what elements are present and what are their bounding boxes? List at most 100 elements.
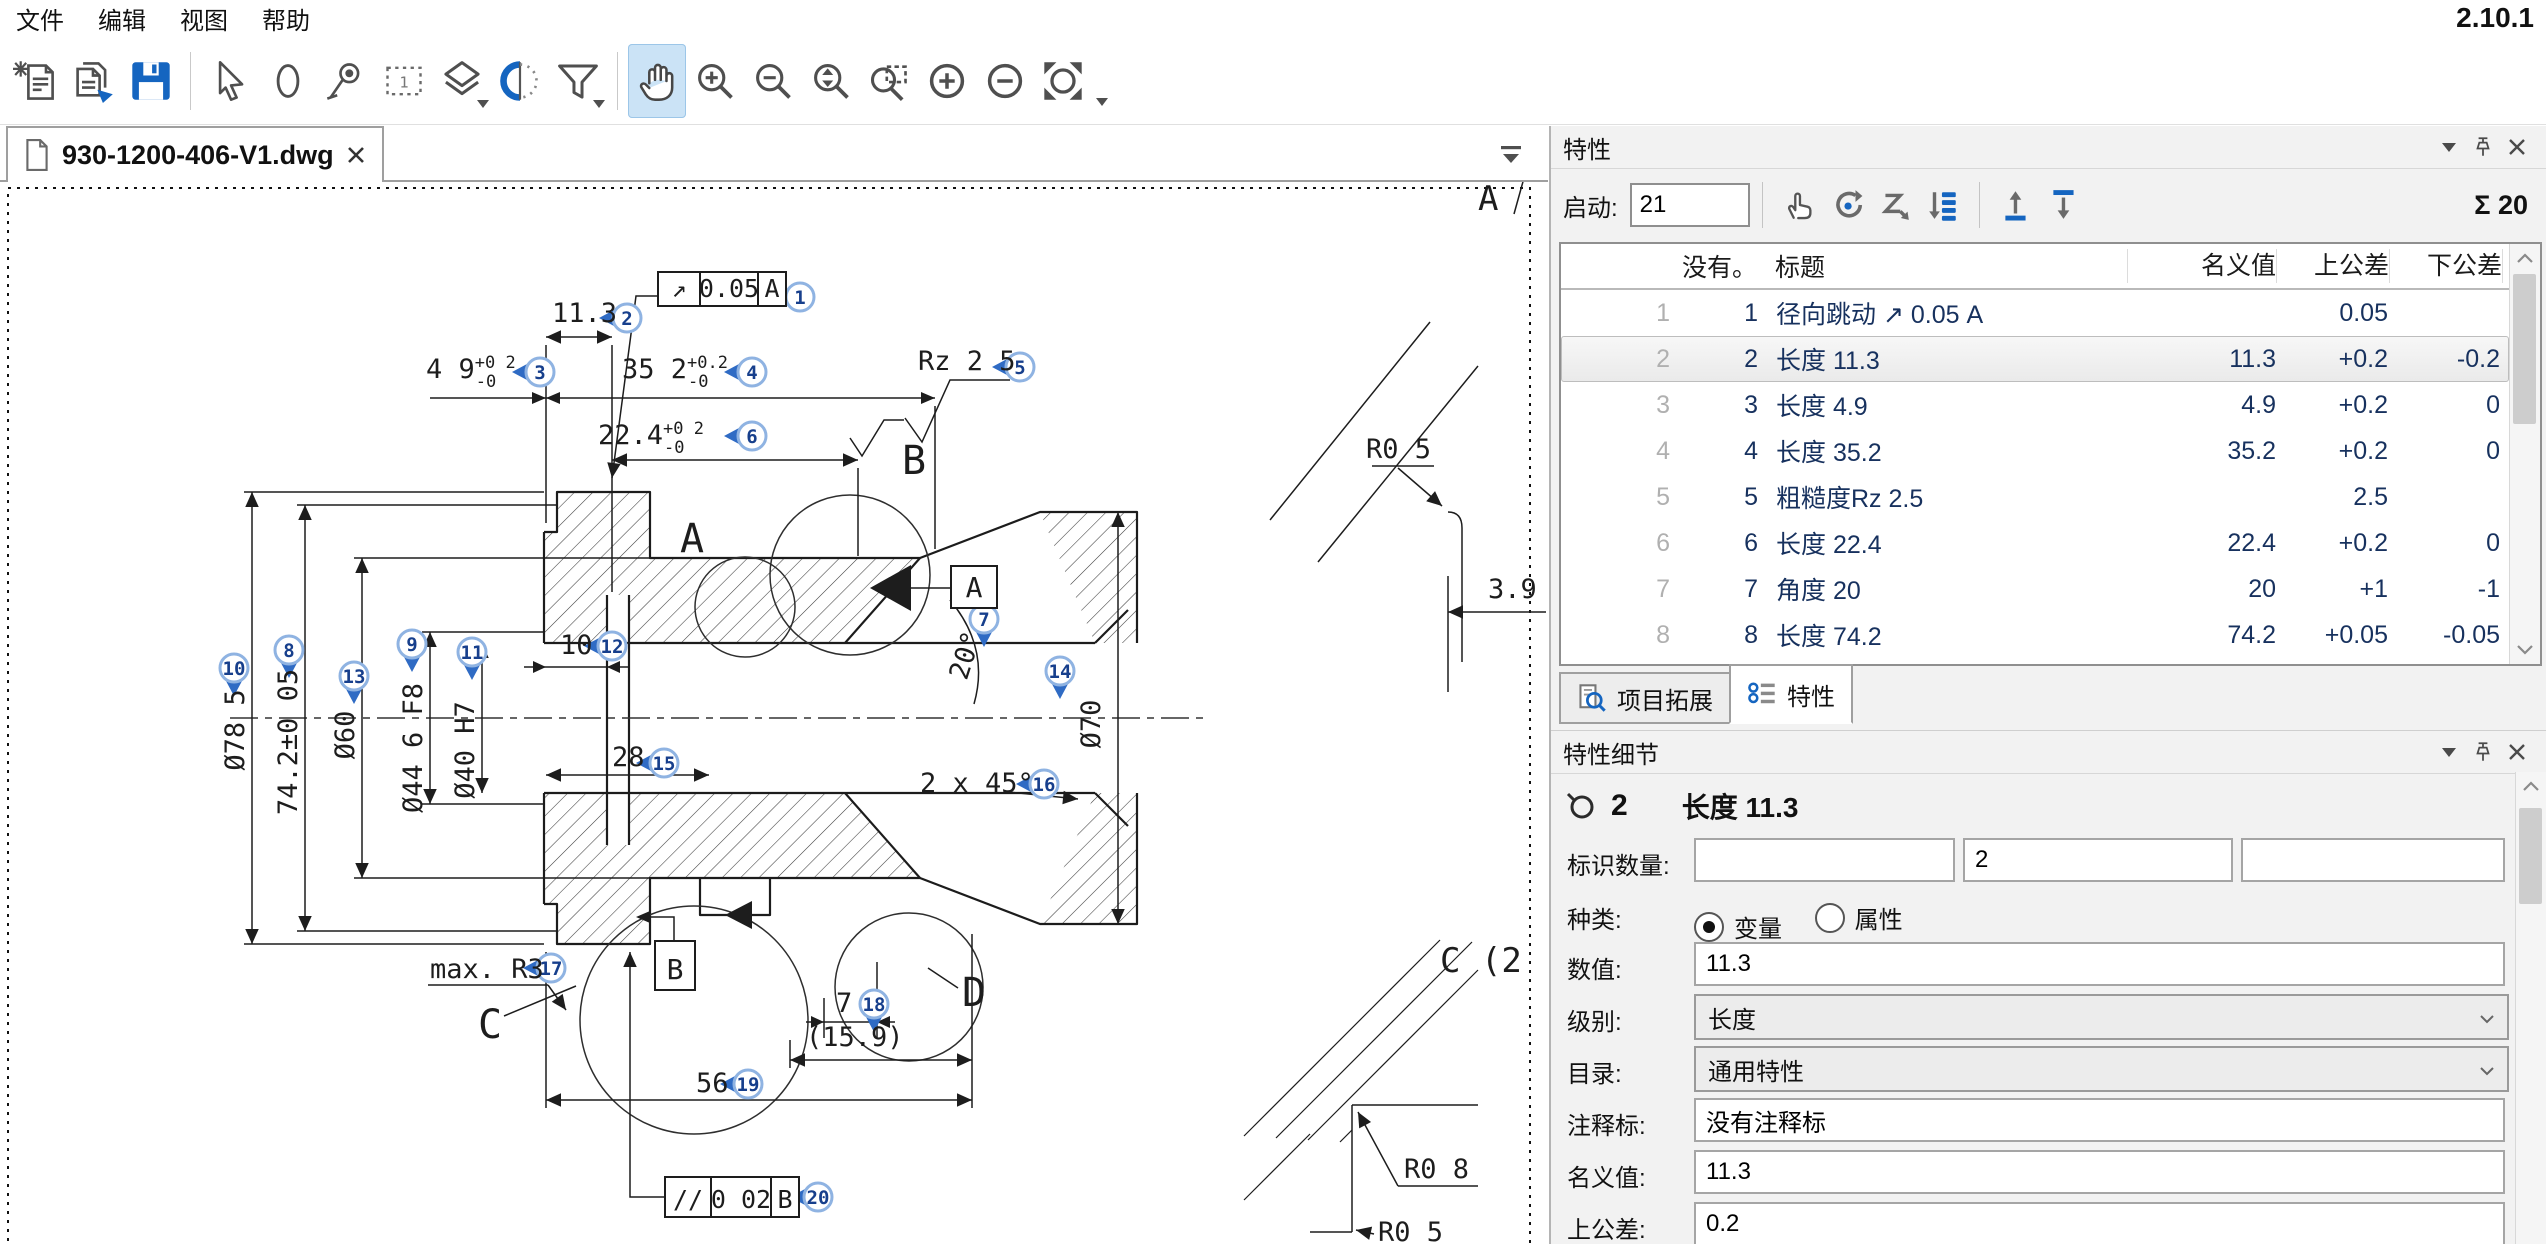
new-document-button[interactable]	[6, 44, 64, 118]
table-row[interactable]: 11径向跳动 ↗ 0.05 A0.05	[1561, 290, 2509, 336]
properties-panel-header: 特性	[1551, 126, 2546, 169]
class-select[interactable]: 长度	[1694, 994, 2509, 1040]
open-document-button[interactable]	[64, 44, 122, 118]
menu-file[interactable]: 文件	[16, 1, 64, 36]
upper-tol-input[interactable]	[1694, 1202, 2505, 1244]
drawing-area[interactable]: 123456789101112131415161718192011.34 9+0…	[0, 182, 1548, 1244]
select-cursor-button[interactable]	[201, 44, 259, 118]
radio-attribute[interactable]: 属性	[1815, 900, 1903, 935]
close-tab-icon[interactable]	[346, 145, 366, 165]
z-order-icon[interactable]	[1871, 179, 1919, 231]
scroll-up-icon[interactable]	[2510, 244, 2539, 272]
layers-button[interactable]	[433, 44, 491, 118]
balloon-6[interactable]: 6	[724, 422, 766, 450]
zoom-vertical-button[interactable]	[802, 44, 860, 118]
scroll-thumb[interactable]	[2513, 274, 2536, 424]
panel-collapse-icon[interactable]	[2432, 132, 2466, 162]
move-top-icon[interactable]	[1992, 179, 2040, 231]
scroll-down-icon[interactable]	[2510, 636, 2539, 664]
column-title[interactable]: 标题	[1765, 248, 2127, 284]
characteristics-list-icon	[1747, 679, 1777, 709]
characteristics-rows: 11径向跳动 ↗ 0.05 A0.0522长度 11.311.3+0.2-0.2…	[1561, 290, 2509, 664]
column-upper-tol[interactable]: 上公差	[2276, 249, 2389, 283]
svg-text:10: 10	[223, 658, 246, 680]
panel-close-icon[interactable]	[2500, 737, 2534, 767]
application-window: 文件 编辑 视图 帮助 2.10.1	[0, 0, 2546, 1244]
annotation-input[interactable]	[1694, 1098, 2505, 1142]
balloon-14[interactable]: 14	[1046, 657, 1074, 699]
nominal-input[interactable]	[1694, 1150, 2505, 1194]
value-input[interactable]	[1694, 942, 2505, 986]
start-number-input[interactable]	[1630, 183, 1750, 227]
table-row[interactable]: 88长度 74.274.2+0.05-0.05	[1561, 612, 2509, 658]
fit-view-button[interactable]	[1034, 44, 1092, 118]
drawing-label: A	[1478, 182, 1498, 219]
column-nominal[interactable]: 名义值	[2127, 249, 2276, 283]
catalog-select[interactable]: 通用特性	[1694, 1046, 2509, 1092]
drawing-label: Rz 2 5	[918, 346, 1016, 377]
more-options-caret[interactable]	[1092, 56, 1112, 106]
save-button[interactable]	[122, 44, 180, 118]
drawing-label: A	[680, 516, 704, 562]
zoom-in-button[interactable]	[686, 44, 744, 118]
filter-button[interactable]	[549, 44, 607, 118]
toolbar-divider	[0, 124, 2546, 125]
pointer-hand-icon[interactable]	[1775, 179, 1823, 231]
table-scrollbar[interactable]	[2509, 244, 2540, 664]
svg-text:5: 5	[1014, 357, 1025, 379]
column-no[interactable]: 没有。	[1675, 248, 1765, 284]
id-count-input-1[interactable]	[1694, 838, 1955, 882]
menu-edit[interactable]: 编辑	[98, 1, 146, 36]
drawing-label: 74.2±0 05	[273, 669, 304, 815]
menu-view[interactable]: 视图	[180, 1, 228, 36]
increase-size-button[interactable]	[918, 44, 976, 118]
panel-pin-icon[interactable]	[2466, 132, 2500, 162]
table-row[interactable]: 33长度 4.94.9+0.20	[1561, 382, 2509, 428]
panel-close-icon[interactable]	[2500, 132, 2534, 162]
drawing-canvas[interactable]: 123456789101112131415161718192011.34 9+0…	[0, 182, 1548, 1244]
scroll-up-icon[interactable]	[2516, 772, 2545, 800]
document-tab[interactable]: 930-1200-406-V1.dwg	[6, 126, 384, 182]
stamp-tool-button[interactable]	[317, 44, 375, 118]
drawing-label: 20°	[944, 627, 989, 683]
table-row[interactable]: 55粗糙度Rz 2.52.5	[1561, 474, 2509, 520]
column-lower-tol[interactable]: 下公差	[2389, 249, 2503, 283]
panel-tabs: 项目拓展 特性	[1559, 664, 1853, 724]
capture-region-button[interactable]: 1	[375, 44, 433, 118]
balloon-tool-button[interactable]	[259, 44, 317, 118]
properties-controls: 启动: Σ 20	[1551, 168, 2546, 242]
details-scrollbar[interactable]	[2515, 772, 2546, 1244]
menu-help[interactable]: 帮助	[262, 1, 310, 36]
part-section-view	[230, 492, 1210, 1134]
sort-list-icon[interactable]	[1919, 179, 1967, 231]
table-row[interactable]: 22长度 11.311.3+0.2-0.2	[1561, 336, 2509, 382]
decrease-size-button[interactable]	[976, 44, 1034, 118]
panel-collapse-icon[interactable]	[2432, 737, 2466, 767]
id-count-input-2[interactable]	[1963, 838, 2233, 882]
tab-project-expand[interactable]: 项目拓展	[1559, 672, 1731, 724]
id-count-input-3[interactable]	[2241, 838, 2505, 882]
tab-characteristics[interactable]: 特性	[1729, 664, 1853, 724]
drawing-label: R0 5	[1366, 434, 1431, 465]
balloon-9[interactable]: 9	[398, 630, 426, 672]
refresh-order-icon[interactable]	[1823, 179, 1871, 231]
balloon-4[interactable]: 4	[724, 358, 766, 386]
canvas-menu-button[interactable]	[1494, 138, 1528, 172]
svg-text:13: 13	[343, 666, 366, 688]
scroll-thumb[interactable]	[2519, 808, 2542, 904]
compare-revisions-button[interactable]	[491, 44, 549, 118]
menu-bar: 文件 编辑 视图 帮助	[0, 0, 344, 36]
move-bottom-icon[interactable]	[2040, 179, 2088, 231]
panel-pin-icon[interactable]	[2466, 737, 2500, 767]
balloon-13[interactable]: 13	[340, 662, 368, 704]
radio-variable[interactable]: 变量	[1694, 909, 1782, 944]
table-row[interactable]: 44长度 35.235.2+0.20	[1561, 428, 2509, 474]
zoom-window-button[interactable]	[860, 44, 918, 118]
table-row[interactable]: 77角度 2020+1-1	[1561, 566, 2509, 612]
balloon-3[interactable]: 3	[512, 358, 554, 386]
drawing-label: 56	[696, 1068, 729, 1099]
pan-hand-button[interactable]	[628, 44, 686, 118]
zoom-out-button[interactable]	[744, 44, 802, 118]
table-row[interactable]: 66长度 22.422.4+0.20	[1561, 520, 2509, 566]
svg-text://: //	[673, 1185, 703, 1214]
